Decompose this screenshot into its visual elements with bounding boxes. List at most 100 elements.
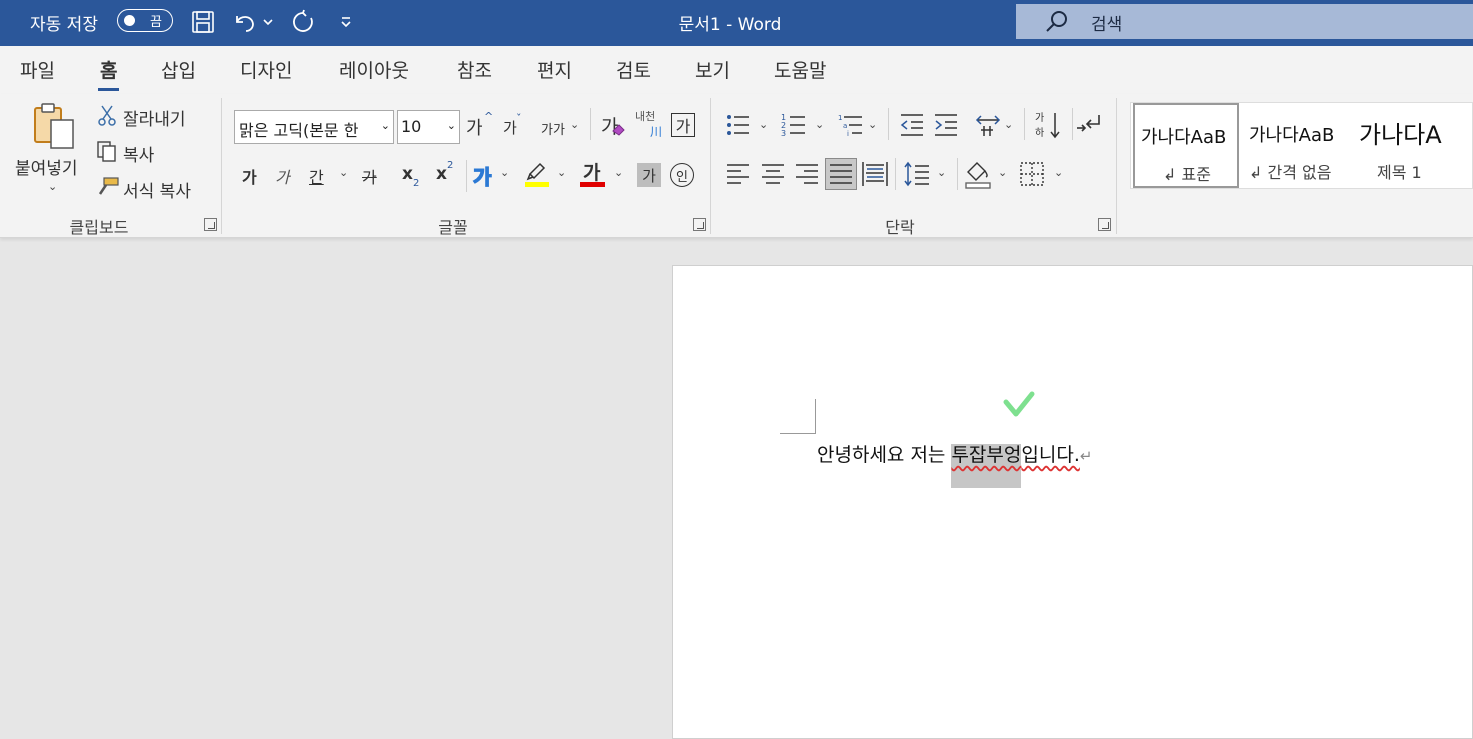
style-sample: 가나다A (1359, 121, 1442, 149)
document-text-after: 입니다. (1021, 444, 1080, 466)
style-sample: 가나다AaB (1249, 125, 1335, 146)
bold-button[interactable]: 가 (242, 164, 257, 188)
copy-icon[interactable] (96, 140, 118, 162)
shading-dropdown-icon[interactable]: ⌄ (998, 166, 1007, 179)
enclose-characters-button[interactable]: 인 (670, 163, 694, 187)
change-case-dropdown-icon[interactable]: ⌄ (570, 118, 579, 131)
font-dialog-launcher-icon[interactable] (693, 218, 706, 231)
show-formatting-marks-icon[interactable] (1075, 112, 1103, 138)
eraser-icon (611, 122, 627, 136)
search-placeholder: 검색 (1091, 15, 1123, 35)
document-page[interactable] (672, 265, 1473, 739)
grow-font-button[interactable]: 가 (466, 114, 483, 140)
document-paragraph[interactable]: 안녕하세요 저는 투잡부엉입니다.↵ (817, 440, 1092, 488)
character-shading-button[interactable]: 가 (637, 163, 661, 187)
style-heading-1[interactable]: 가나다A 제목 1 (1353, 103, 1472, 188)
undo-dropdown-chevron-icon[interactable] (258, 8, 278, 36)
font-color-swatch (580, 182, 605, 187)
font-name-combo[interactable]: 맑은 고딕(본문 한 ⌄ (234, 110, 394, 144)
tab-insert[interactable]: 삽입 (161, 56, 196, 83)
selected-text[interactable]: 투잡부엉 (951, 444, 1022, 488)
paste-dropdown-icon[interactable]: ⌄ (48, 180, 57, 193)
copy-button[interactable]: 복사 (123, 141, 154, 166)
bullets-dropdown-icon[interactable]: ⌄ (759, 118, 768, 131)
style-name: ↲ 간격 없음 (1249, 163, 1332, 182)
document-title: 문서1 - Word (678, 15, 782, 35)
svg-text:하: 하 (1035, 126, 1044, 139)
align-center-icon[interactable] (760, 162, 786, 186)
tab-mailings[interactable]: 편지 (537, 56, 572, 83)
paste-button[interactable]: 붙여넣기 (15, 154, 78, 179)
decrease-indent-icon[interactable] (899, 112, 925, 138)
tab-home[interactable]: 홈 (97, 56, 121, 91)
highlight-dropdown-icon[interactable]: ⌄ (557, 166, 566, 179)
paragraph-group-label: 단락 (885, 218, 915, 237)
tab-review[interactable]: 검토 (616, 56, 651, 83)
change-case-button[interactable]: 가가 (541, 119, 565, 138)
font-size-value: 10 (401, 117, 422, 136)
paste-icon[interactable] (30, 102, 78, 150)
search-box[interactable]: 검색 (1016, 4, 1473, 39)
group-divider (1116, 98, 1117, 234)
asian-layout-dropdown-icon[interactable]: ⌄ (1004, 118, 1013, 131)
align-left-icon[interactable] (725, 162, 751, 186)
styles-gallery: 가나다AaB ↲ 표준 가나다AaB ↲ 간격 없음 가나다A 제목 1 (1130, 102, 1473, 189)
font-name-value: 맑은 고딕(본문 한 (239, 121, 359, 140)
underline-dropdown-icon[interactable]: ⌄ (339, 166, 348, 179)
divider (1072, 108, 1073, 140)
distributed-icon[interactable] (861, 160, 889, 188)
save-icon[interactable] (189, 8, 217, 36)
paragraph-shading-icon[interactable] (964, 158, 992, 190)
sort-icon[interactable]: 가하 (1034, 110, 1062, 140)
autosave-toggle[interactable]: 끔 (117, 9, 173, 32)
tab-layout[interactable]: 레이아웃 (339, 56, 409, 83)
tab-help[interactable]: 도움말 (774, 56, 826, 83)
align-right-icon[interactable] (794, 162, 820, 186)
strikethrough-button[interactable]: 가 (362, 164, 377, 188)
cut-button[interactable]: 잘라내기 (123, 105, 186, 130)
clipboard-dialog-launcher-icon[interactable] (204, 218, 217, 231)
redo-icon[interactable] (289, 8, 317, 36)
text-effects-dropdown-icon[interactable]: ⌄ (500, 166, 509, 179)
borders-icon[interactable] (1018, 160, 1046, 188)
divider (590, 108, 591, 140)
italic-button[interactable]: 가 (275, 164, 290, 188)
ribbon-tabs: 파일 홈 삽입 디자인 레이아웃 참조 편지 검토 보기 도움말 (0, 46, 1473, 94)
format-painter-icon[interactable] (96, 176, 120, 198)
character-border-button[interactable]: 가 (671, 113, 695, 137)
style-normal[interactable]: 가나다AaB ↲ 표준 (1133, 103, 1239, 188)
divider (1024, 108, 1025, 140)
bullets-icon[interactable] (725, 112, 751, 138)
phonetic-guide-top[interactable]: 내천 (635, 108, 655, 124)
highlight-pen-icon[interactable] (524, 158, 550, 188)
numbering-dropdown-icon[interactable]: ⌄ (815, 118, 824, 131)
paragraph-dialog-launcher-icon[interactable] (1098, 218, 1111, 231)
multilevel-list-icon[interactable]: 1ai (838, 112, 864, 138)
tab-design[interactable]: 디자인 (240, 56, 292, 83)
font-size-combo[interactable]: 10 ⌄ (397, 110, 460, 144)
tab-references[interactable]: 참조 (457, 56, 492, 83)
tab-view[interactable]: 보기 (695, 56, 730, 83)
tab-file[interactable]: 파일 (20, 56, 55, 83)
undo-icon[interactable] (231, 8, 259, 36)
text-effects-button[interactable]: 가 (472, 161, 492, 190)
asian-layout-icon[interactable] (975, 112, 1001, 138)
font-color-button[interactable]: 가 (583, 158, 600, 185)
superscript-button[interactable]: x (436, 164, 447, 184)
chevron-down-icon: ⌄ (446, 119, 456, 132)
cut-icon[interactable] (96, 104, 118, 126)
shrink-font-button[interactable]: 가 (503, 117, 517, 138)
increase-indent-icon[interactable] (933, 112, 959, 138)
multilevel-dropdown-icon[interactable]: ⌄ (868, 118, 877, 131)
underline-button[interactable]: 간 (309, 164, 324, 188)
font-color-dropdown-icon[interactable]: ⌄ (614, 166, 623, 179)
format-painter-button[interactable]: 서식 복사 (123, 177, 191, 202)
subscript-button[interactable]: x (402, 164, 413, 184)
style-no-spacing[interactable]: 가나다AaB ↲ 간격 없음 (1243, 103, 1351, 188)
line-spacing-icon[interactable] (903, 160, 931, 188)
customize-toolbar-icon[interactable] (333, 8, 359, 36)
numbering-icon[interactable]: 123 (781, 112, 807, 138)
borders-dropdown-icon[interactable]: ⌄ (1054, 166, 1063, 179)
justify-icon[interactable] (825, 158, 857, 190)
line-spacing-dropdown-icon[interactable]: ⌄ (937, 166, 946, 179)
